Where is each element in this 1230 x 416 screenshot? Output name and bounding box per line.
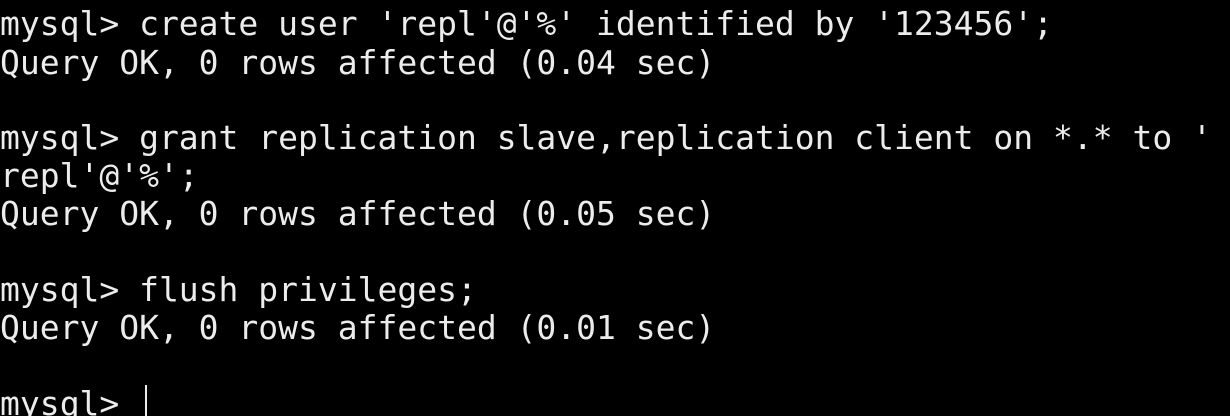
terminal-line: Query OK, 0 rows affected (0.05 sec): [0, 194, 716, 233]
text-cursor: [145, 385, 148, 416]
terminal-line: repl'@'%';: [0, 156, 199, 195]
terminal-prompt-line[interactable]: mysql>: [0, 384, 148, 416]
prompt-text: mysql>: [0, 384, 140, 416]
terminal-line: mysql> grant replication slave,replicati…: [0, 118, 1212, 157]
terminal-line: Query OK, 0 rows affected (0.01 sec): [0, 308, 716, 347]
terminal-line: Query OK, 0 rows affected (0.04 sec): [0, 43, 716, 82]
terminal-line: mysql> create user 'repl'@'%' identified…: [0, 4, 1053, 43]
terminal-line: mysql> flush privileges;: [0, 270, 477, 309]
terminal-window[interactable]: mysql> create user 'repl'@'%' identified…: [0, 0, 1230, 416]
